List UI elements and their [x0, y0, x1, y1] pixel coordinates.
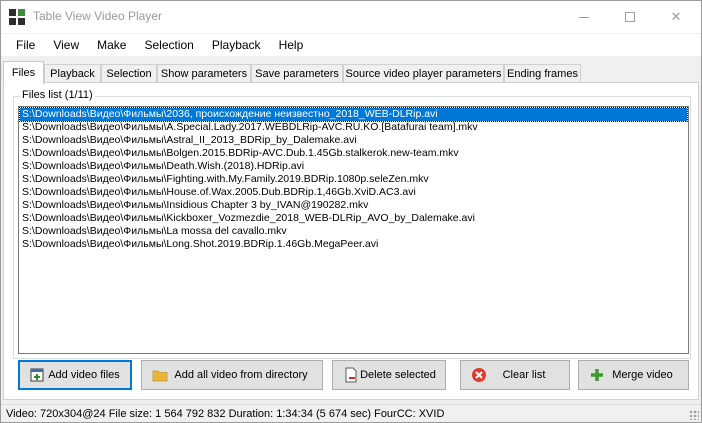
app-window: Table View Video Player ✕ File View Make… [0, 0, 702, 423]
title-bar[interactable]: Table View Video Player ✕ [1, 1, 701, 33]
add-video-files-button[interactable]: Add video files [18, 360, 132, 390]
file-list-item[interactable]: S:\Downloads\Видео\Фильмы\Kickboxer_Vozm… [20, 212, 687, 225]
close-button[interactable]: ✕ [653, 1, 699, 33]
delete-file-icon [345, 367, 357, 383]
file-list-item[interactable]: S:\Downloads\Видео\Фильмы\2036, происхож… [19, 107, 688, 122]
file-list-item[interactable]: S:\Downloads\Видео\Фильмы\Insidious Chap… [20, 199, 687, 212]
menu-selection[interactable]: Selection [135, 34, 202, 56]
file-list-item[interactable]: S:\Downloads\Видео\Фильмы\Long.Shot.2019… [20, 238, 687, 251]
status-bar: Video: 720x304@24 File size: 1 564 792 8… [1, 404, 701, 422]
file-list-item[interactable]: S:\Downloads\Видео\Фильмы\A.Special.Lady… [20, 121, 687, 134]
files-list-label: Files list (1/11) [20, 89, 95, 101]
tab-playback[interactable]: Playback [44, 64, 101, 83]
menu-view[interactable]: View [44, 34, 88, 56]
file-list-item[interactable]: S:\Downloads\Видео\Фильмы\Fighting.with.… [20, 173, 687, 186]
delete-selected-button[interactable]: Delete selected [332, 360, 446, 390]
resize-grip-icon[interactable] [689, 410, 699, 420]
window-title: Table View Video Player [33, 9, 162, 23]
file-list-item[interactable]: S:\Downloads\Видео\Фильмы\Death.Wish.(20… [20, 160, 687, 173]
tab-ending-frames[interactable]: Ending frames [504, 64, 581, 83]
folder-icon [152, 370, 168, 382]
menu-make[interactable]: Make [88, 34, 135, 56]
merge-video-button[interactable]: Merge video [578, 360, 689, 390]
clear-list-label: Clear list [502, 369, 546, 381]
clear-icon [472, 368, 486, 382]
app-grid-icon [9, 9, 25, 25]
tab-selection[interactable]: Selection [101, 64, 157, 83]
menu-playback[interactable]: Playback [203, 34, 270, 56]
tab-files[interactable]: Files [3, 61, 44, 84]
add-file-icon [30, 368, 44, 382]
tab-show-parameters[interactable]: Show parameters [157, 64, 251, 83]
tab-strip: Files Playback Selection Show parameters… [1, 61, 701, 84]
tab-source-video-player-parameters[interactable]: Source video player parameters [343, 64, 504, 83]
file-list-item[interactable]: S:\Downloads\Видео\Фильмы\House.of.Wax.2… [20, 186, 687, 199]
merge-video-label: Merge video [612, 369, 673, 381]
add-all-from-directory-label: Add all video from directory [174, 369, 308, 381]
minimize-button[interactable] [561, 1, 607, 33]
menu-help[interactable]: Help [270, 34, 313, 56]
minimize-icon [579, 16, 589, 18]
clear-list-button[interactable]: Clear list [460, 360, 570, 390]
tab-save-parameters[interactable]: Save parameters [251, 64, 343, 83]
plus-icon [591, 369, 603, 381]
file-list-item[interactable]: S:\Downloads\Видео\Фильмы\Astral_II_2013… [20, 134, 687, 147]
menu-bar: File View Make Selection Playback Help [1, 34, 701, 56]
maximize-icon [625, 12, 635, 22]
file-list-item[interactable]: S:\Downloads\Видео\Фильмы\La mossa del c… [20, 225, 687, 238]
menu-file[interactable]: File [7, 34, 44, 56]
add-all-from-directory-button[interactable]: Add all video from directory [141, 360, 323, 390]
file-list-item[interactable]: S:\Downloads\Видео\Фильмы\Bolgen.2015.BD… [20, 147, 687, 160]
close-icon: ✕ [670, 9, 682, 24]
status-text: Video: 720x304@24 File size: 1 564 792 8… [6, 408, 445, 420]
files-listbox[interactable]: S:\Downloads\Видео\Фильмы\2036, происхож… [18, 106, 689, 354]
maximize-button[interactable] [607, 1, 653, 33]
